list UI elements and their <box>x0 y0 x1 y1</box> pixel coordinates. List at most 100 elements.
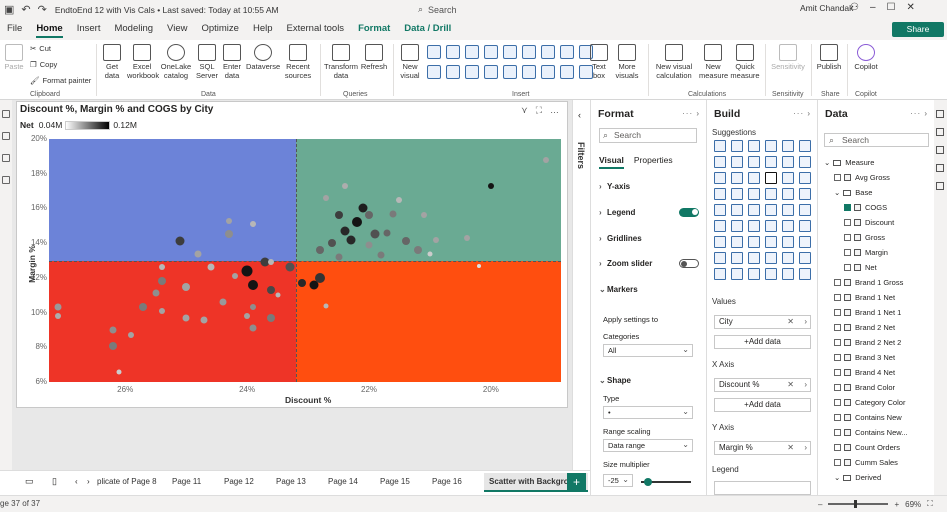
enter-data-button[interactable]: Enter data <box>221 44 243 80</box>
data-point[interactable] <box>267 313 276 322</box>
build-pane-controls[interactable]: ··· › <box>793 109 811 118</box>
field-checkbox[interactable] <box>844 234 851 241</box>
visual-type-icon[interactable] <box>748 188 760 200</box>
menu-tab-view[interactable]: View <box>160 19 194 39</box>
quick-measure-button[interactable]: Quick measure <box>730 44 760 80</box>
menu-tab-format[interactable]: Format <box>351 19 397 39</box>
visual-type-icon[interactable] <box>799 156 811 168</box>
format-pane-icon[interactable] <box>936 128 944 136</box>
data-field-derived[interactable]: ⌄ Derived <box>834 470 881 485</box>
expand-chevron-icon[interactable]: ⌄ <box>834 188 840 197</box>
visual-type-icon[interactable] <box>714 252 726 264</box>
field-checkbox[interactable] <box>844 204 851 211</box>
copilot-button[interactable]: Copilot <box>851 44 881 72</box>
copy-button[interactable]: ❐ Copy <box>30 60 57 69</box>
visual-type-icon[interactable] <box>799 220 811 232</box>
data-point[interactable] <box>175 236 185 246</box>
menu-tab-optimize[interactable]: Optimize <box>194 19 245 39</box>
mobile-layout-icon[interactable]: ▯ <box>52 476 57 487</box>
visual-type-icon[interactable] <box>714 188 726 200</box>
sensitivity-button[interactable]: Sensitivity <box>768 44 808 72</box>
page-tab[interactable]: Page 11 <box>172 477 201 486</box>
recent-sources-button[interactable]: Recent sources <box>283 44 313 80</box>
data-point[interactable] <box>351 217 362 228</box>
data-search-input[interactable]: Search <box>824 133 929 147</box>
focus-mode-icon[interactable]: ⛶ <box>536 105 542 116</box>
field-checkbox[interactable] <box>834 429 841 436</box>
data-point[interactable] <box>267 286 276 294</box>
data-point[interactable] <box>157 277 166 286</box>
visual-type-icon[interactable] <box>782 156 794 168</box>
field-checkbox[interactable] <box>834 384 841 391</box>
data-field-margin[interactable]: Margin <box>844 245 888 260</box>
size-multiplier-slider[interactable] <box>641 478 691 486</box>
visual-type-icon[interactable] <box>782 236 794 248</box>
data-field-brand-3-net[interactable]: Brand 3 Net <box>834 350 895 365</box>
fit-page-icon[interactable]: ⛶ <box>927 499 933 509</box>
refresh-button[interactable]: Refresh <box>360 44 388 72</box>
visual-type-icon[interactable] <box>765 156 777 168</box>
data-point[interactable] <box>328 239 337 248</box>
data-point[interactable] <box>323 195 330 201</box>
close-icon[interactable]: ✕ <box>907 2 915 13</box>
data-point[interactable] <box>334 211 343 220</box>
visual-type-icon[interactable] <box>748 172 760 184</box>
data-point[interactable] <box>268 259 275 266</box>
data-point[interactable] <box>285 262 295 272</box>
data-field-measure[interactable]: ⌄ Measure <box>824 155 874 170</box>
visual-type-icon[interactable] <box>782 172 794 184</box>
visual-type-icon[interactable] <box>765 236 777 248</box>
gallery-visual-icon[interactable] <box>560 64 574 79</box>
data-point[interactable] <box>109 326 117 334</box>
expand-chevron-icon[interactable]: ⌄ <box>824 158 830 167</box>
page-tab[interactable]: Page 16 <box>432 477 462 486</box>
report-view-icon[interactable] <box>2 110 10 118</box>
visual-type-icon[interactable] <box>714 268 726 280</box>
data-field-gross[interactable]: Gross <box>844 230 885 245</box>
gallery-visual-icon[interactable] <box>503 45 517 59</box>
visual-type-icon[interactable] <box>748 268 760 280</box>
new-measure-button[interactable]: New measure <box>699 44 728 80</box>
visual-type-icon[interactable] <box>782 140 794 152</box>
data-point[interactable] <box>413 246 422 255</box>
section-y-axis[interactable]: › Y-axis <box>599 182 699 191</box>
size-multiplier-input[interactable]: -25 <box>603 474 633 487</box>
paste-button[interactable]: Paste <box>3 44 25 72</box>
tab-visual[interactable]: Visual <box>599 155 624 169</box>
data-point[interactable] <box>158 307 165 314</box>
field-checkbox[interactable] <box>834 174 841 181</box>
sql-server-button[interactable]: SQL Server <box>195 44 219 80</box>
data-point[interactable] <box>249 324 257 332</box>
filters-pane-collapsed[interactable]: ‹ Filters <box>572 100 590 495</box>
menu-tab-insert[interactable]: Insert <box>70 19 108 39</box>
visual-type-icon[interactable] <box>731 140 743 152</box>
field-checkbox[interactable] <box>834 354 841 361</box>
data-point[interactable] <box>109 341 117 350</box>
format-painter-button[interactable]: 🖌 Format painter <box>30 76 91 85</box>
visual-type-icon[interactable] <box>765 268 777 280</box>
field-checkbox[interactable] <box>834 339 841 346</box>
gallery-visual-icon[interactable] <box>541 64 555 79</box>
data-point[interactable] <box>323 303 329 309</box>
visual-type-icon[interactable] <box>748 140 760 152</box>
data-pane-icon[interactable] <box>936 146 944 154</box>
visual-type-icon[interactable] <box>714 220 726 232</box>
data-point[interactable] <box>476 263 481 268</box>
section-legend[interactable]: › Legend <box>599 208 699 217</box>
visual-type-icon[interactable] <box>765 140 777 152</box>
gallery-visual-icon[interactable] <box>560 45 574 59</box>
zoom-toggle[interactable] <box>679 259 699 268</box>
visual-type-icon[interactable] <box>714 172 726 184</box>
x-axis-add-data[interactable]: +Add data <box>714 398 811 412</box>
visual-type-icon[interactable] <box>731 268 743 280</box>
visual-type-icon[interactable] <box>748 236 760 248</box>
legend-toggle[interactable] <box>679 208 699 217</box>
visual-type-icon[interactable] <box>731 220 743 232</box>
gallery-visual-icon[interactable] <box>484 45 498 59</box>
bookmarks-icon[interactable] <box>936 164 944 172</box>
pane-toggle-icon[interactable] <box>936 110 944 118</box>
data-point[interactable] <box>128 332 135 339</box>
visual-type-icon[interactable] <box>765 252 777 264</box>
data-field-brand-2-net-2[interactable]: Brand 2 Net 2 <box>834 335 901 350</box>
visual-type-icon[interactable] <box>782 204 794 216</box>
